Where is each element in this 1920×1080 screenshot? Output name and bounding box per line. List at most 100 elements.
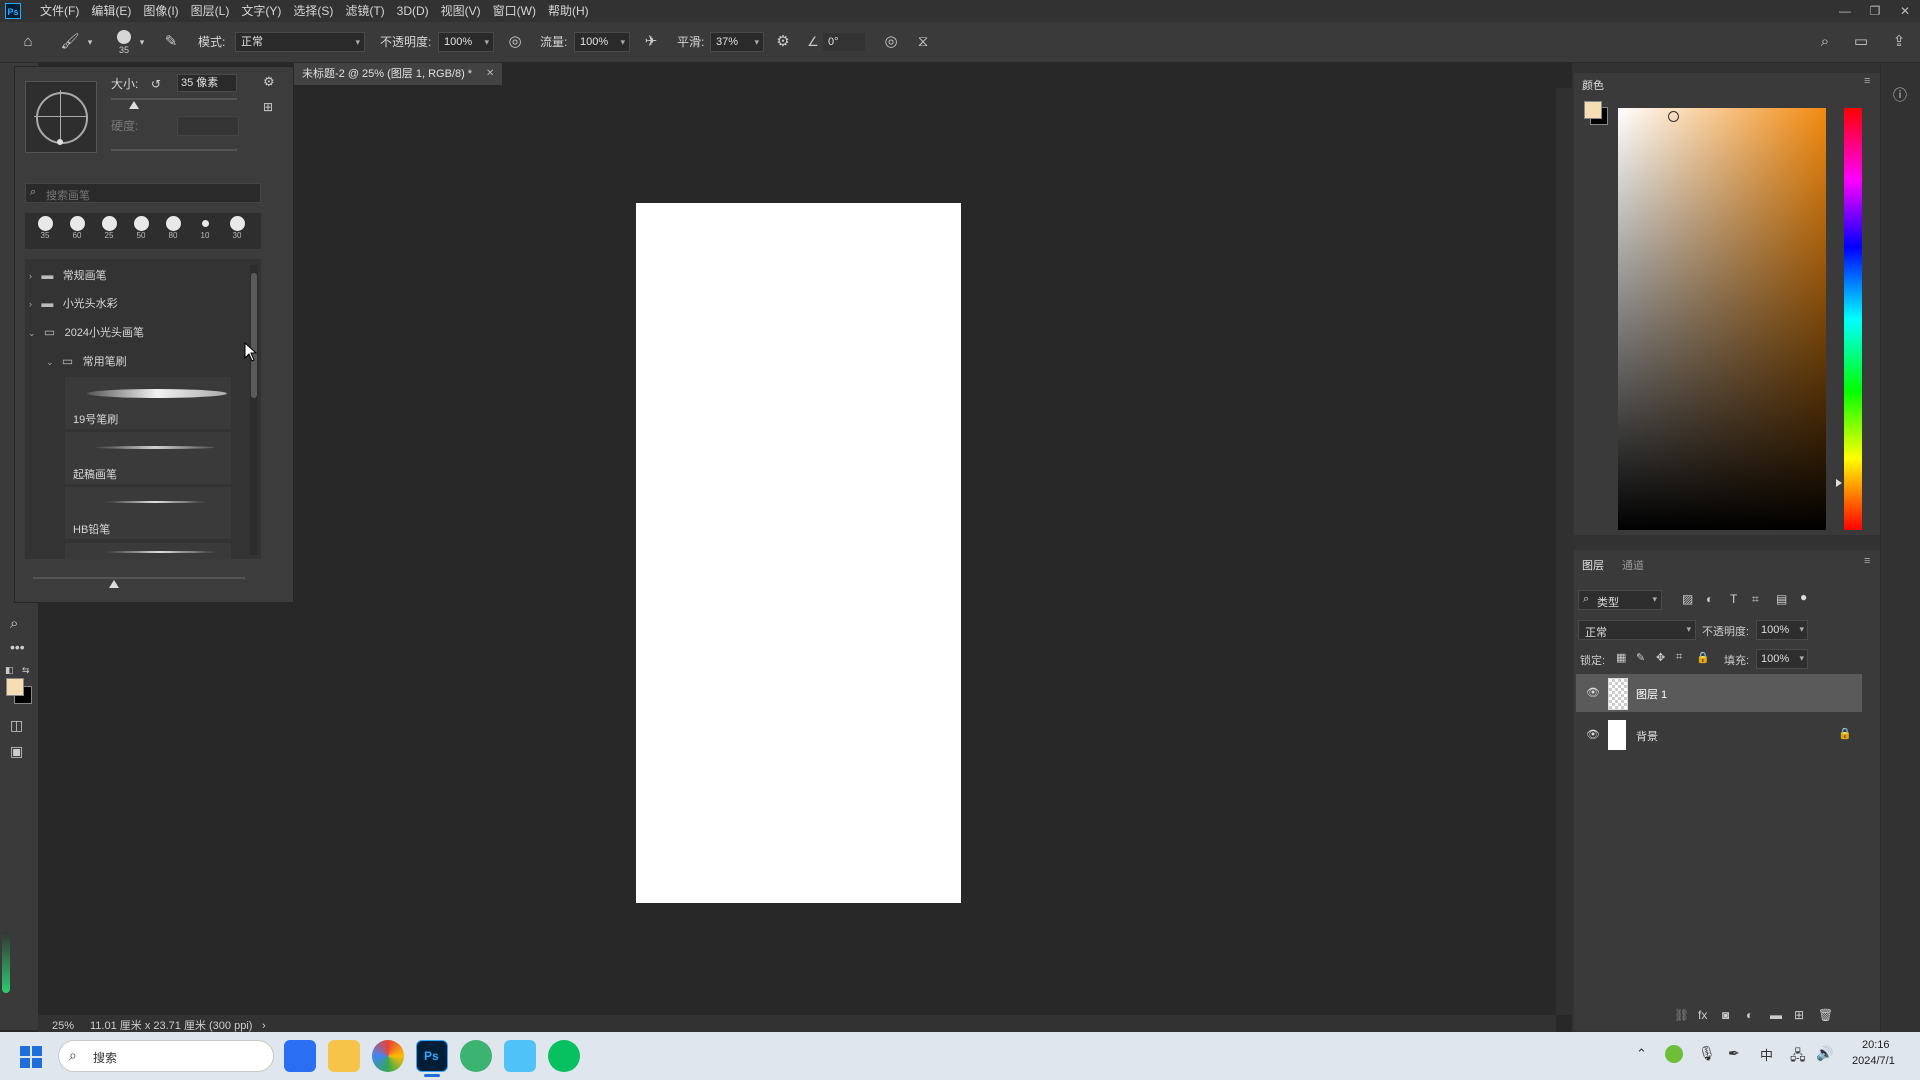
network-icon[interactable]: 🖧 [1790,1045,1806,1069]
preset-brush[interactable]: 80 [158,216,188,240]
color-saturation-field[interactable] [1618,108,1826,530]
foreground-color-swatch[interactable] [1584,101,1602,119]
flow-input[interactable]: 100% ▾ [574,32,630,52]
brush-item-hb-pencil[interactable]: HB铅笔 [65,487,231,539]
hue-slider[interactable] [1836,108,1862,530]
wechat-icon[interactable] [548,1040,580,1072]
preset-brush[interactable]: 60 [62,216,92,240]
chevron-down-icon[interactable]: ▾ [136,22,148,62]
layer-row[interactable]: 👁 图层 1 [1576,674,1862,712]
brush-tip-preview[interactable] [25,81,97,153]
preset-brush[interactable]: 10 [190,216,220,240]
size-slider-track[interactable] [111,98,237,100]
menu-edit[interactable]: 编辑(E) [85,0,137,22]
brush-search-field[interactable]: ⌕ 搜索画笔 [25,183,261,203]
airbrush-icon[interactable]: ✈ [640,22,662,62]
layer-mask-icon[interactable]: ◙ [1722,1008,1729,1022]
link-layers-icon[interactable]: ⛓ [1674,1008,1689,1022]
eye-icon[interactable]: 👁 [1586,686,1600,699]
brush-item-partial[interactable] [65,543,231,559]
app-w-icon[interactable] [504,1040,536,1072]
brush-item-19[interactable]: 19号笔刷 [65,377,231,429]
blend-mode-select[interactable]: 正常 ▾ [1578,620,1696,640]
brush-item-sketch[interactable]: 起稿画笔 [65,432,231,484]
vertical-scrollbar[interactable] [1556,88,1572,1015]
menu-help[interactable]: 帮助(H) [542,0,595,22]
taskbar-search-box[interactable]: ⌕ 搜索 [58,1040,274,1072]
brush-tool-icon[interactable]: 🖌 [56,22,84,62]
swap-colors-icon[interactable]: ⇆ [22,665,30,676]
lock-all-icon[interactable]: 🔒 [1696,651,1710,664]
layer-opacity-input[interactable]: 100% ▾ [1756,620,1808,640]
menu-file[interactable]: 文件(F) [34,0,85,22]
brush-settings-icon[interactable]: ✎ [160,22,182,62]
menu-type[interactable]: 文字(Y) [235,0,287,22]
folder-common-brushes[interactable]: ⌄ ▭ 常用笔刷 [43,349,245,373]
tray-app-icon[interactable] [1665,1045,1683,1063]
minimize-icon[interactable]: — [1830,0,1860,22]
filter-toggle-icon[interactable]: ● [1800,590,1807,604]
menu-window[interactable]: 窗口(W) [487,0,542,22]
fill-input[interactable]: 100% ▾ [1756,649,1808,669]
filter-type-icon[interactable]: T [1730,592,1737,606]
document-canvas[interactable] [636,203,961,903]
workspace-icon[interactable]: ▭ [1848,22,1874,62]
foreground-color-swatch[interactable] [6,678,24,696]
lock-position-icon[interactable]: ✥ [1656,651,1665,664]
pen-icon[interactable]: ✒ [1728,1045,1740,1062]
pressure-opacity-icon[interactable]: ◎ [504,22,526,62]
opacity-input[interactable]: 100% ▾ [438,32,494,52]
panel-menu-icon[interactable]: ≡ [1864,555,1870,567]
filter-shape-icon[interactable]: ⌗ [1752,592,1759,607]
new-layer-icon[interactable]: ⊞ [1794,1008,1804,1022]
microphone-icon[interactable]: 🎙 [1698,1045,1716,1062]
eye-icon[interactable]: 👁 [1586,728,1600,741]
preview-size-handle[interactable] [109,580,119,588]
app-k-icon[interactable] [284,1040,316,1072]
layer-name[interactable]: 图层 1 [1636,686,1667,702]
menu-select[interactable]: 选择(S) [287,0,339,22]
menu-layer[interactable]: 图层(L) [185,0,236,22]
new-group-icon[interactable]: ▬ [1770,1008,1782,1022]
lock-artboard-icon[interactable]: ⌗ [1676,651,1682,664]
share-icon[interactable]: ⇪ [1886,22,1912,62]
preview-size-slider[interactable] [33,577,245,579]
browser-icon[interactable] [372,1040,404,1072]
clock-date[interactable]: 2024/7/1 [1852,1055,1895,1067]
folder-2024-brushes[interactable]: ⌄ ▭ 2024小光头画笔 [25,320,245,344]
info-icon[interactable]: ⓘ [1893,85,1907,105]
adjustment-layer-icon[interactable]: ◐ [1746,1008,1753,1022]
ime-indicator[interactable]: 中 [1760,1045,1773,1064]
chevron-up-icon[interactable]: ⌃ [1636,1046,1647,1062]
size-slider-handle[interactable] [129,101,139,109]
menu-image[interactable]: 图像(I) [137,0,184,22]
preset-brush[interactable]: 30 [222,216,252,240]
size-input[interactable]: 35 像素 [177,74,237,92]
smooth-input[interactable]: 37% ▾ [710,32,764,52]
speaker-icon[interactable]: 🔊 [1816,1045,1833,1062]
screen-mode-icon[interactable]: ▣ [10,743,23,760]
scrollbar-thumb[interactable] [251,273,257,398]
filter-pixel-icon[interactable]: ▨ [1682,592,1693,606]
close-icon[interactable]: ✕ [1890,0,1920,22]
folder-general-brushes[interactable]: › ▬ 常规画笔 [25,263,245,287]
quick-mask-icon[interactable]: ◫ [10,717,23,734]
chevron-down-icon[interactable]: ▾ [84,22,96,62]
brush-preset-picker[interactable]: 35 [114,28,134,56]
menu-view[interactable]: 视图(V) [435,0,487,22]
zoom-tool-icon[interactable]: ⌕ [10,615,18,632]
default-colors-icon[interactable]: ◧ [5,665,14,676]
menu-3d[interactable]: 3D(D) [391,0,435,22]
search-icon[interactable]: ⌕ [1812,22,1838,62]
color-picker-cursor[interactable] [1668,111,1679,122]
layer-name[interactable]: 背景 [1636,728,1658,744]
color-panel-title[interactable]: 颜色 [1582,77,1604,93]
tab-channels[interactable]: 通道 [1622,557,1644,573]
preset-brush[interactable]: 25 [94,216,124,240]
preset-brush[interactable]: 35 [30,216,60,240]
file-explorer-icon[interactable] [328,1040,360,1072]
gear-icon[interactable]: ⚙ [263,74,275,90]
gear-icon[interactable]: ⚙ [772,22,794,62]
edge-browser-icon[interactable] [460,1040,492,1072]
brush-roundness-handle[interactable] [57,139,63,145]
